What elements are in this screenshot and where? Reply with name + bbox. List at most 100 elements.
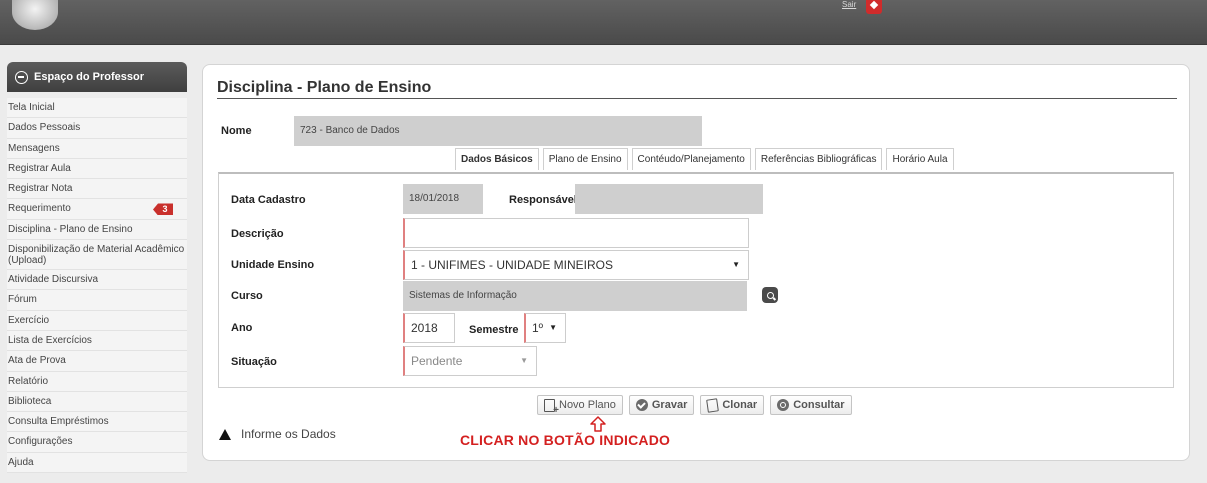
search-icon <box>777 399 790 411</box>
nome-label: Nome <box>221 125 252 137</box>
data-cadastro-label: Data Cadastro <box>231 194 306 206</box>
sidebar-item-configuracoes[interactable]: Configurações <box>7 432 187 453</box>
sidebar-item-label: Mensagens <box>8 142 60 154</box>
semestre-value: 1º <box>532 321 544 335</box>
sidebar-item-label: Biblioteca <box>8 395 52 407</box>
sidebar-item-exercicio[interactable]: Exercício <box>7 311 187 331</box>
responsavel-field <box>575 184 763 214</box>
top-bar: Sair <box>0 0 1207 45</box>
tab-horario-aula[interactable]: Horário Aula <box>886 148 954 170</box>
nome-field: 723 - Banco de Dados <box>294 116 702 146</box>
sidebar-item-label: Fórum <box>8 294 37 306</box>
ano-label: Ano <box>231 322 253 334</box>
collapse-icon[interactable] <box>15 70 28 84</box>
sidebar-item-label: Configurações <box>8 436 73 448</box>
action-bar: Novo Plano Gravar Clonar Consultar <box>537 395 852 416</box>
curso-field: Sistemas de Informação <box>403 281 747 311</box>
sidebar-item-forum[interactable]: Fórum <box>7 290 187 311</box>
main-panel: Disciplina - Plano de Ensino Nome 723 - … <box>202 64 1190 461</box>
gravar-button[interactable]: Gravar <box>628 395 695 415</box>
sidebar-item-registrar-nota[interactable]: Registrar Nota <box>7 179 187 200</box>
unidade-ensino-label: Unidade Ensino <box>231 259 315 271</box>
logo <box>12 0 58 30</box>
sidebar-item-label: Registrar Nota <box>8 183 73 195</box>
sidebar-item-tela-inicial[interactable]: Tela Inicial <box>7 98 187 119</box>
search-icon <box>766 291 774 299</box>
title-divider <box>217 98 1177 99</box>
sidebar-item-label: Relatório <box>8 375 49 387</box>
logout-link[interactable]: Sair <box>842 0 856 9</box>
tab-bar: Dados Básicos Plano de Ensino Contéudo/P… <box>455 148 954 170</box>
chevron-down-icon: ▼ <box>549 323 557 332</box>
situacao-label: Situação <box>231 356 277 368</box>
sidebar-item-relatorio[interactable]: Relatório <box>7 372 187 392</box>
gravar-label: Gravar <box>651 399 688 411</box>
sidebar-item-requerimento[interactable]: Requerimento 3 <box>7 199 187 220</box>
sidebar-item-biblioteca[interactable]: Biblioteca <box>7 392 187 413</box>
form-area: Data Cadastro 18/01/2018 Responsável Des… <box>218 172 1174 388</box>
sidebar-title: Espaço do Professor <box>34 71 145 83</box>
consultar-label: Consultar <box>793 399 845 411</box>
situacao-value: Pendente <box>411 354 463 368</box>
tab-conteudo-planejamento[interactable]: Contéudo/Planejamento <box>631 148 751 170</box>
tab-referencias[interactable]: Referências Bibliográficas <box>754 148 883 170</box>
status-message: Informe os Dados <box>219 427 336 441</box>
sidebar-item-label: Registrar Aula <box>8 162 71 174</box>
sidebar-item-disciplina-plano[interactable]: Disciplina - Plano de Ensino <box>7 220 187 241</box>
status-text: Informe os Dados <box>241 427 336 441</box>
sidebar-item-label: Ata de Prova <box>8 355 66 367</box>
chevron-down-icon: ▼ <box>732 260 740 269</box>
sidebar-menu: Tela Inicial Dados Pessoais Mensagens Re… <box>7 98 187 474</box>
curso-label: Curso <box>231 290 263 302</box>
copy-icon <box>706 397 720 413</box>
sidebar-item-label: Requerimento <box>8 203 71 215</box>
descricao-input[interactable] <box>403 218 749 248</box>
clonar-label: Clonar <box>722 399 758 411</box>
semestre-label: Semestre <box>469 324 519 336</box>
new-document-icon <box>544 398 559 416</box>
sidebar-item-lista-exercicios[interactable]: Lista de Exercícios <box>7 331 187 352</box>
page-title: Disciplina - Plano de Ensino <box>217 79 432 96</box>
search-curso-button[interactable] <box>762 287 778 303</box>
clonar-button[interactable]: Clonar <box>700 395 765 415</box>
check-icon <box>635 399 648 411</box>
sidebar-item-ata-prova[interactable]: Ata de Prova <box>7 351 187 372</box>
sidebar-item-label: Exercício <box>8 314 50 326</box>
unidade-ensino-value: 1 - UNIFIMES - UNIDADE MINEIROS <box>411 258 614 272</box>
instruction-annotation: CLICAR NO BOTÃO INDICADO <box>460 432 671 448</box>
sidebar-item-ajuda[interactable]: Ajuda <box>7 453 187 474</box>
sidebar-header[interactable]: Espaço do Professor <box>7 62 187 92</box>
unidade-ensino-select[interactable]: 1 - UNIFIMES - UNIDADE MINEIROS ▼ <box>403 250 749 280</box>
sidebar-item-mensagens[interactable]: Mensagens <box>7 139 187 159</box>
situacao-select[interactable]: Pendente ▼ <box>403 346 537 376</box>
notification-icon[interactable] <box>866 0 882 14</box>
chevron-down-icon: ▼ <box>520 356 528 365</box>
responsavel-label: Responsável <box>509 194 577 206</box>
consultar-button[interactable]: Consultar <box>770 395 852 415</box>
warning-icon <box>219 428 231 440</box>
sidebar-item-label: Disponibilização de Material Acadêmico (… <box>8 244 185 267</box>
sidebar-item-label: Dados Pessoais <box>8 122 81 134</box>
ano-input[interactable]: 2018 <box>403 313 455 343</box>
data-cadastro-field: 18/01/2018 <box>403 184 483 214</box>
novo-plano-button[interactable]: Novo Plano <box>537 395 623 416</box>
sidebar-item-registrar-aula[interactable]: Registrar Aula <box>7 159 187 180</box>
sidebar: Espaço do Professor Tela Inicial Dados P… <box>7 62 187 474</box>
sidebar-item-label: Consulta Empréstimos <box>8 416 109 428</box>
sidebar-item-consulta-emprestimos[interactable]: Consulta Empréstimos <box>7 412 187 433</box>
sidebar-item-label: Tela Inicial <box>8 102 55 113</box>
sidebar-item-label: Atividade Discursiva <box>8 274 99 286</box>
tab-dados-basicos[interactable]: Dados Básicos <box>455 148 539 170</box>
semestre-select[interactable]: 1º ▼ <box>524 313 566 343</box>
tab-plano-ensino[interactable]: Plano de Ensino <box>542 148 628 170</box>
novo-plano-label: Novo Plano <box>559 399 616 411</box>
count-badge: 3 <box>153 203 173 216</box>
sidebar-item-label: Ajuda <box>8 456 34 468</box>
sidebar-item-label: Disciplina - Plano de Ensino <box>8 223 133 235</box>
sidebar-item-label: Lista de Exercícios <box>8 334 92 346</box>
sidebar-item-atividade-discursiva[interactable]: Atividade Discursiva <box>7 270 187 291</box>
descricao-label: Descrição <box>231 228 284 240</box>
sidebar-item-dados-pessoais[interactable]: Dados Pessoais <box>7 118 187 139</box>
sidebar-item-disponibilizacao[interactable]: Disponibilização de Material Acadêmico (… <box>7 240 187 271</box>
arrow-up-icon <box>590 416 606 432</box>
